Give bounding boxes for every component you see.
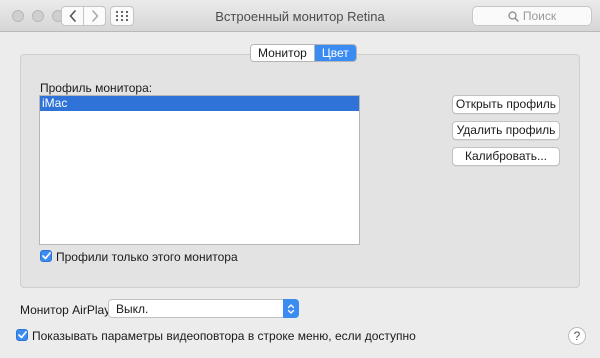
search-field[interactable]: Поиск — [472, 6, 592, 26]
only-this-monitor-checkbox[interactable] — [40, 250, 52, 262]
tab-color[interactable]: Цвет — [314, 45, 356, 61]
delete-profile-button[interactable]: Удалить профиль — [452, 121, 560, 140]
profile-list[interactable]: iMac — [39, 95, 360, 245]
title-bar: Встроенный монитор Retina Поиск — [0, 0, 600, 32]
open-profile-button[interactable]: Открыть профиль — [452, 95, 560, 114]
airplay-select[interactable]: Выкл. — [108, 299, 299, 318]
checkmark-icon — [41, 252, 51, 260]
search-icon — [508, 10, 519, 22]
profile-label: Профиль монитора: — [40, 81, 153, 95]
tab-monitor[interactable]: Монитор — [251, 45, 315, 61]
system-preferences-window: Встроенный монитор Retina Поиск Монитор … — [0, 0, 600, 358]
airplay-label: Монитор AirPlay: — [20, 303, 114, 317]
show-mirroring-checkbox[interactable] — [16, 329, 28, 341]
list-item[interactable]: iMac — [40, 96, 359, 111]
help-button[interactable]: ? — [568, 327, 586, 345]
updown-arrows-icon — [283, 299, 299, 318]
calibrate-button[interactable]: Калибровать... — [452, 147, 560, 166]
checkmark-icon — [17, 331, 27, 339]
tab-bar: Монитор Цвет — [250, 44, 357, 62]
show-mirroring-label[interactable]: Показывать параметры видеоповтора в стро… — [32, 329, 416, 343]
airplay-value: Выкл. — [116, 302, 149, 316]
search-placeholder: Поиск — [522, 9, 557, 23]
only-this-monitor-label[interactable]: Профили только этого монитора — [56, 250, 238, 264]
